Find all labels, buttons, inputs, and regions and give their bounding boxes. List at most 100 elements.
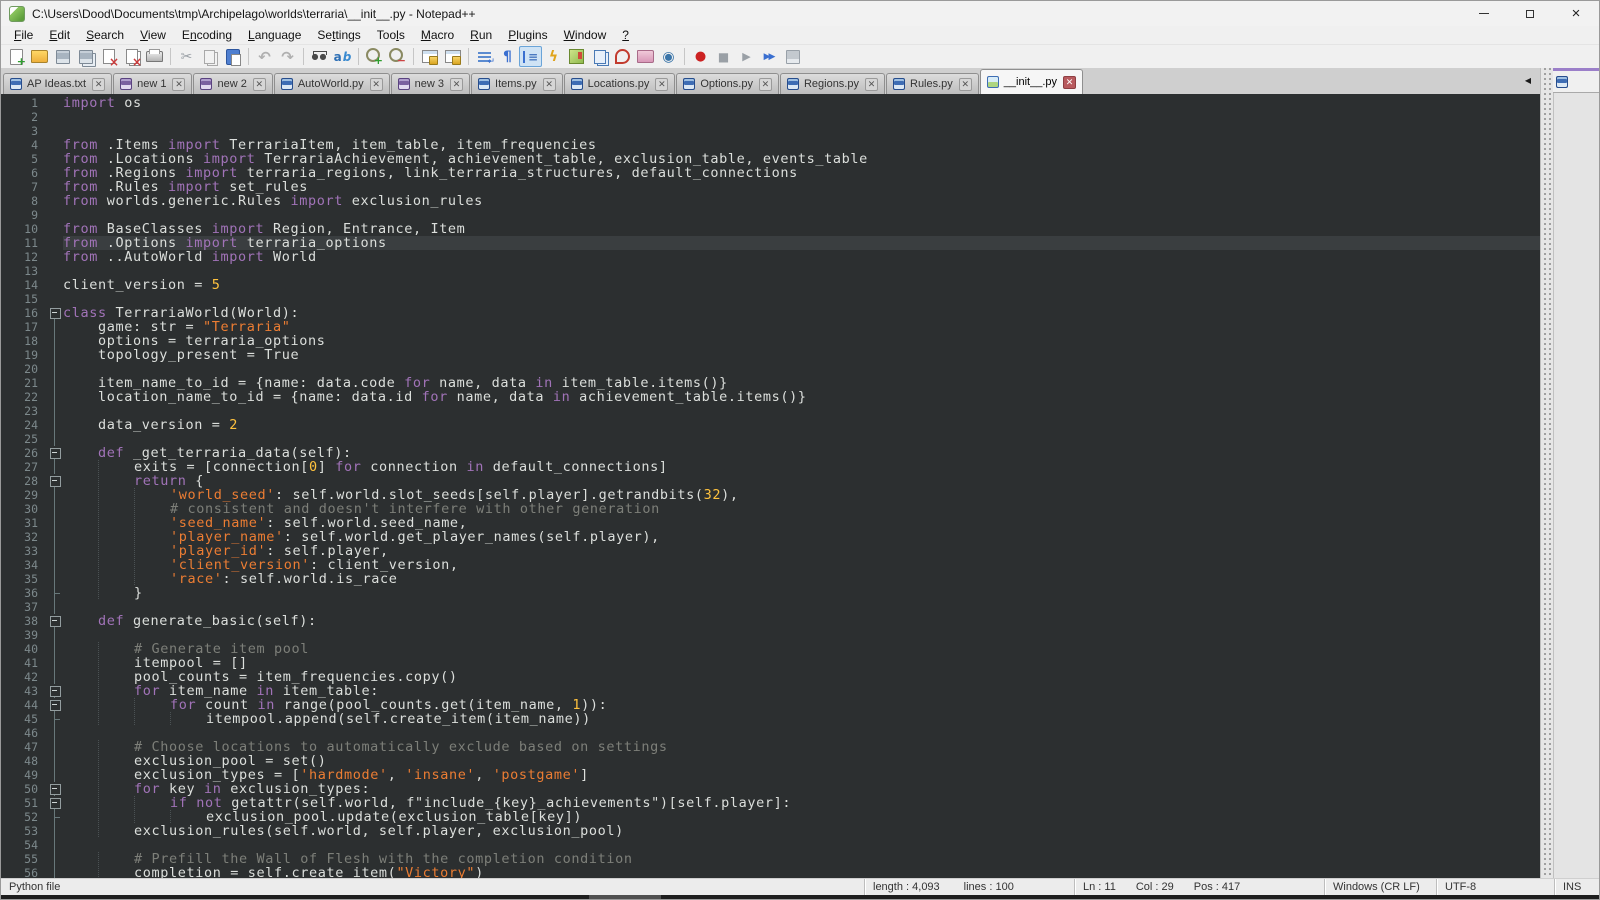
close-icon[interactable]	[97, 46, 120, 67]
document-list-icon[interactable]	[588, 46, 611, 67]
close-all-icon[interactable]	[120, 46, 143, 67]
fold-toggle-icon[interactable]	[47, 474, 63, 488]
code-line[interactable]: 10from BaseClasses import Region, Entran…	[1, 222, 1582, 236]
code-line[interactable]: 3	[1, 124, 1582, 138]
zoom-in-icon[interactable]	[363, 46, 386, 67]
close-tab-icon[interactable]: ✕	[543, 78, 556, 91]
code-line[interactable]: 23	[1, 404, 1582, 418]
menu-plugins[interactable]: Plugins	[500, 27, 555, 43]
code-line[interactable]: 27 exits = [connection[0] for connection…	[1, 460, 1582, 474]
document-map-icon[interactable]	[565, 46, 588, 67]
code-area[interactable]: 1import os234from .Items import Terraria…	[1, 94, 1582, 878]
code-line[interactable]: 49 exclusion_types = ['hardmode', 'insan…	[1, 768, 1582, 782]
code-line[interactable]: 48 exclusion_pool = set()	[1, 754, 1582, 768]
fold-toggle-icon[interactable]	[47, 614, 63, 628]
code-line[interactable]: 31 'seed_name': self.world.seed_name,	[1, 516, 1582, 530]
sync-horizontal-icon[interactable]	[441, 46, 464, 67]
stop-macro-icon[interactable]	[712, 46, 735, 67]
indent-guide-icon[interactable]	[519, 46, 542, 67]
code-line[interactable]: 30 # consistent and doesn't interfere wi…	[1, 502, 1582, 516]
code-line[interactable]: 24 data_version = 2	[1, 418, 1582, 432]
tab-autoworld-py[interactable]: AutoWorld.py✕	[274, 73, 390, 94]
code-line[interactable]: 19 topology_present = True	[1, 348, 1582, 362]
tab-new-2[interactable]: new 2✕	[193, 73, 272, 94]
paste-icon[interactable]	[221, 46, 244, 67]
tab-options-py[interactable]: Options.py✕	[676, 73, 779, 94]
zoom-out-icon[interactable]	[386, 46, 409, 67]
cut-icon[interactable]	[175, 46, 198, 67]
copy-icon[interactable]	[198, 46, 221, 67]
code-line[interactable]: 11from .Options import terraria_options	[1, 236, 1582, 250]
code-line[interactable]: 2	[1, 110, 1582, 124]
code-line[interactable]: 22 location_name_to_id = {name: data.id …	[1, 390, 1582, 404]
fold-toggle-icon[interactable]	[47, 782, 63, 796]
code-line[interactable]: 4from .Items import TerrariaItem, item_t…	[1, 138, 1582, 152]
close-tab-icon[interactable]: ✕	[450, 78, 463, 91]
code-line[interactable]: 20	[1, 362, 1582, 376]
menu-help[interactable]: ?	[614, 27, 637, 43]
code-line[interactable]: 53 exclusion_rules(self.world, self.play…	[1, 824, 1582, 838]
function-list-icon[interactable]	[542, 46, 565, 67]
code-line[interactable]: 13	[1, 264, 1582, 278]
fold-toggle-icon[interactable]	[47, 684, 63, 698]
restore-button[interactable]	[1507, 1, 1553, 26]
close-tab-icon[interactable]: ✕	[655, 78, 668, 91]
code-line[interactable]: 38 def generate_basic(self):	[1, 614, 1582, 628]
code-line[interactable]: 46	[1, 726, 1582, 740]
menu-search[interactable]: Search	[78, 27, 132, 43]
code-line[interactable]: 29 'world_seed': self.world.slot_seeds[s…	[1, 488, 1582, 502]
menu-file[interactable]: File	[6, 27, 41, 43]
sync-vertical-icon[interactable]	[418, 46, 441, 67]
code-line[interactable]: 56 completion = self.create_item("Victor…	[1, 866, 1582, 878]
code-line[interactable]: 34 'client_version': client_version,	[1, 558, 1582, 572]
tab-ap-ideas-txt[interactable]: AP Ideas.txt✕	[3, 73, 112, 94]
tab-rules-py[interactable]: Rules.py✕	[886, 73, 979, 94]
code-line[interactable]: 8from worlds.generic.Rules import exclus…	[1, 194, 1582, 208]
save-macro-icon[interactable]	[781, 46, 804, 67]
code-line[interactable]: 28 return {	[1, 474, 1582, 488]
tab-scroll-left-icon[interactable]: ◀	[1525, 76, 1531, 85]
code-line[interactable]: 16class TerrariaWorld(World):	[1, 306, 1582, 320]
tab--init-py[interactable]: __init__.py✕	[980, 69, 1083, 94]
menu-encoding[interactable]: Encoding	[174, 27, 240, 43]
code-line[interactable]: 9	[1, 208, 1582, 222]
menu-window[interactable]: Window	[556, 27, 615, 43]
new-file-icon[interactable]	[5, 46, 28, 67]
close-tab-icon[interactable]: ✕	[959, 78, 972, 91]
code-line[interactable]: 36 }	[1, 586, 1582, 600]
minimize-button[interactable]	[1461, 1, 1507, 26]
code-line[interactable]: 47 # Choose locations to automatically e…	[1, 740, 1582, 754]
code-line[interactable]: 12from ..AutoWorld import World	[1, 250, 1582, 264]
code-line[interactable]: 17 game: str = "Terraria"	[1, 320, 1582, 334]
playback-macro-icon[interactable]	[735, 46, 758, 67]
code-line[interactable]: 44 for count in range(pool_counts.get(it…	[1, 698, 1582, 712]
fold-toggle-icon[interactable]	[47, 698, 63, 712]
code-line[interactable]: 35 'race': self.world.is_race	[1, 572, 1582, 586]
code-line[interactable]: 50 for key in exclusion_types:	[1, 782, 1582, 796]
monitoring-icon[interactable]	[657, 46, 680, 67]
code-line[interactable]: 32 'player_name': self.world.get_player_…	[1, 530, 1582, 544]
status-eol-format[interactable]: Windows (CR LF)	[1324, 879, 1436, 895]
show-all-characters-icon[interactable]	[496, 46, 519, 67]
fold-toggle-icon[interactable]	[47, 306, 63, 320]
status-insert-mode[interactable]: INS	[1554, 879, 1599, 895]
close-tab-icon[interactable]: ✕	[759, 78, 772, 91]
tab-locations-py[interactable]: Locations.py✕	[564, 73, 676, 94]
view-splitter[interactable]	[1540, 68, 1553, 878]
close-button[interactable]: ×	[1553, 1, 1599, 26]
code-line[interactable]: 55 # Prefill the Wall of Flesh with the …	[1, 852, 1582, 866]
fold-toggle-icon[interactable]	[47, 796, 63, 810]
code-line[interactable]: 26 def _get_terraria_data(self):	[1, 446, 1582, 460]
menu-edit[interactable]: Edit	[41, 27, 78, 43]
code-line[interactable]: 40 # Generate item pool	[1, 642, 1582, 656]
close-tab-icon[interactable]: ✕	[172, 78, 185, 91]
close-tab-icon[interactable]: ✕	[865, 78, 878, 91]
print-icon[interactable]	[143, 46, 166, 67]
menu-view[interactable]: View	[132, 27, 174, 43]
fold-toggle-icon[interactable]	[47, 446, 63, 460]
menu-run[interactable]: Run	[462, 27, 500, 43]
close-tab-icon[interactable]: ✕	[253, 78, 266, 91]
close-tab-icon[interactable]: ✕	[370, 78, 383, 91]
run-macro-multiple-icon[interactable]	[758, 46, 781, 67]
tab-new-3[interactable]: new 3✕	[391, 73, 470, 94]
